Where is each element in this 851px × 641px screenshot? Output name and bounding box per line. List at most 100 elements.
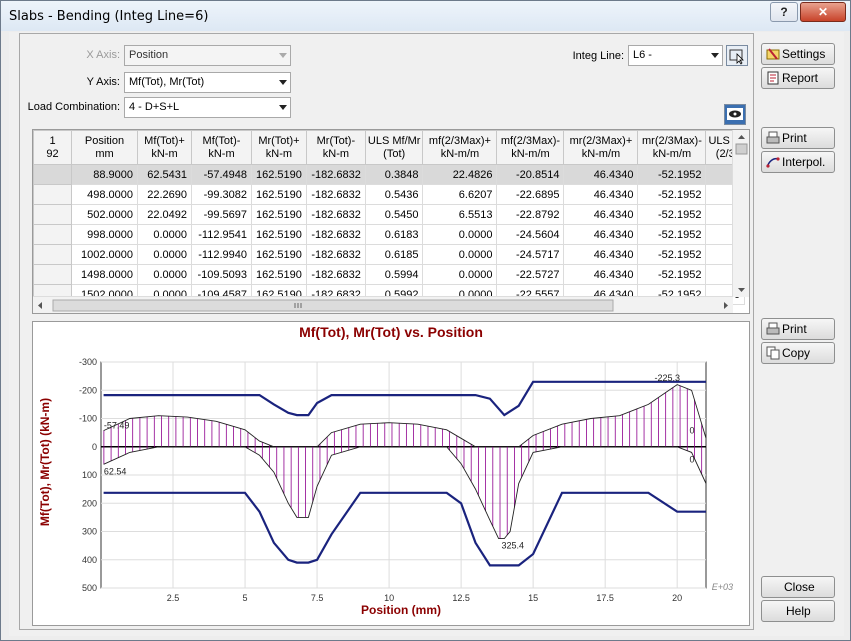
row-header[interactable] [33, 264, 72, 285]
col-header-line1: mr(2/3Max)+ [569, 134, 633, 147]
cursor-pick-icon [729, 49, 744, 65]
table-cell: -22.5727 [496, 264, 565, 285]
pick-line-button[interactable] [726, 45, 748, 66]
report-button[interactable]: Report [761, 67, 835, 89]
table-row[interactable]: 1498.0000 0.0000 -109.5093 162.5190 -182.683… [33, 264, 746, 285]
col-header-line1: Mr(Tot)+ [258, 134, 300, 147]
print-table-label: Print [782, 131, 807, 145]
print-table-button[interactable]: Print [761, 127, 835, 149]
col-header[interactable]: Mf(Tot)- kN-m [191, 130, 252, 165]
y-tick-label: 0 [92, 442, 97, 452]
table-cell: 0.0000 [422, 224, 498, 245]
table-cell: 46.4340 [563, 164, 639, 185]
table-cell: -182.6832 [305, 264, 366, 285]
table-cell: -52.1952 [637, 184, 707, 205]
results-table[interactable]: 1 92 Position mm Mf(Tot)+ kN-m Mf(Tot)- kN-m… [32, 129, 750, 314]
table-cell: -182.6832 [305, 184, 366, 205]
data-label: 325.4 [501, 541, 524, 551]
table-cell: 1002.0000 [71, 244, 138, 265]
table-cell: 162.5190 [251, 264, 307, 285]
col-header[interactable]: Mr(Tot)- kN-m [305, 130, 366, 165]
y-axis-value: Mf(Tot), Mr(Tot) [129, 76, 205, 88]
chart-area: Mf(Tot), Mr(Tot) vs. Position Position (… [32, 321, 750, 626]
table-row[interactable]: 498.0000 22.2690 -99.3082 162.5190 -182.6832… [33, 184, 746, 205]
col-header[interactable]: Mf(Tot)+ kN-m [137, 130, 192, 165]
col-header[interactable]: mf(2/3Max)+ kN-m/m [422, 130, 498, 165]
integ-line-value: L6 - [633, 49, 652, 61]
col-header[interactable]: Position mm [71, 130, 138, 165]
y-axis-select[interactable]: Mf(Tot), Mr(Tot) [124, 72, 291, 93]
table-cell: 46.4340 [563, 264, 639, 285]
row-header[interactable] [33, 184, 72, 205]
table-cell: 162.5190 [251, 204, 307, 225]
col-header-line2: (Tot) [383, 147, 406, 160]
title-bar: Slabs - Bending (Integ Line=6) ? ✕ [1, 1, 850, 31]
eye-icon [727, 108, 743, 120]
x-tick-label: 5 [243, 593, 248, 603]
table-cell: 0.5436 [364, 184, 424, 205]
x-tick-label: 7.5 [311, 593, 324, 603]
x-axis-select[interactable]: Position [124, 45, 291, 66]
table-cell: 22.2690 [137, 184, 192, 205]
col-header-line2: kN-m [322, 147, 350, 160]
table-cell: 6.5513 [422, 204, 498, 225]
row-header[interactable] [33, 164, 72, 185]
col-header[interactable]: mf(2/3Max)- kN-m/m [496, 130, 565, 165]
col-header[interactable]: ULS Mf/Mr (Tot) [364, 130, 424, 165]
table-cell: 6.6207 [422, 184, 498, 205]
table-cell: 162.5190 [251, 164, 307, 185]
help-button[interactable]: Help [761, 600, 835, 622]
col-header-line1: Mr(Tot)- [316, 134, 356, 147]
help-label: Help [786, 604, 811, 618]
print-chart-button[interactable]: Print [761, 318, 835, 340]
table-row[interactable]: 502.0000 22.0492 -99.5697 162.5190 -182.6832… [33, 204, 746, 225]
table-cell: -112.9541 [191, 224, 252, 245]
table-cell: 162.5190 [251, 184, 307, 205]
table-cell: -24.5604 [496, 224, 565, 245]
table-row[interactable]: 88.9000 62.5431 -57.4948 162.5190 -182.6832 0… [33, 164, 746, 185]
table-cell: -182.6832 [305, 164, 366, 185]
row-header[interactable] [33, 224, 72, 245]
table-cell: -52.1952 [637, 224, 707, 245]
col-header-line1: ULS Mf/Mr [367, 134, 421, 147]
y-tick-label: 500 [82, 583, 97, 593]
chevron-down-icon [279, 53, 287, 58]
table-cell: 0.0000 [422, 244, 498, 265]
horizontal-scrollbar[interactable] [33, 296, 733, 313]
y-tick-label: -200 [79, 385, 97, 395]
row-header[interactable] [33, 244, 72, 265]
integ-line-label: Integ Line: [572, 50, 624, 62]
interpol-button[interactable]: Interpol. [761, 151, 835, 173]
close-title-button[interactable]: ✕ [800, 2, 846, 22]
col-header-line2: kN-m [208, 147, 235, 160]
table-cell: 46.4340 [563, 184, 639, 205]
view-options-button[interactable] [724, 104, 746, 125]
table-cell: -24.5717 [496, 244, 565, 265]
data-label: 62.54 [104, 466, 127, 476]
x-tick-label: 17.5 [596, 593, 614, 603]
table-cell: 0.0000 [137, 224, 192, 245]
help-title-button[interactable]: ? [770, 2, 798, 22]
vertical-scrollbar[interactable] [732, 130, 749, 297]
x-axis-label: X Axis: [86, 49, 120, 61]
chart-x-label: Position (mm) [361, 603, 441, 617]
table-cell: 1498.0000 [71, 264, 138, 285]
table-row[interactable]: 998.0000 0.0000 -112.9541 162.5190 -182.6832… [33, 224, 746, 245]
x-tick-label: 12.5 [452, 593, 470, 603]
settings-button[interactable]: Settings [761, 43, 835, 65]
chevron-down-icon [279, 80, 287, 85]
load-combination-select[interactable]: 4 - D+S+L [124, 97, 291, 118]
interpolate-icon [766, 157, 780, 168]
corner-top: 1 [49, 134, 56, 147]
copy-button[interactable]: Copy [761, 342, 835, 364]
table-row[interactable]: 1002.0000 0.0000 -112.9940 162.5190 -182.683… [33, 244, 746, 265]
table-cell: -112.9940 [191, 244, 252, 265]
table-cell: -99.5697 [191, 204, 252, 225]
row-header[interactable] [33, 204, 72, 225]
col-header[interactable]: mr(2/3Max)+ kN-m/m [563, 130, 639, 165]
col-header[interactable]: Mr(Tot)+ kN-m [251, 130, 307, 165]
close-button[interactable]: Close [761, 576, 835, 598]
window-title: Slabs - Bending (Integ Line=6) [9, 9, 209, 24]
col-header[interactable]: mr(2/3Max)- kN-m/m [637, 130, 707, 165]
integ-line-select[interactable]: L6 - [628, 45, 723, 66]
